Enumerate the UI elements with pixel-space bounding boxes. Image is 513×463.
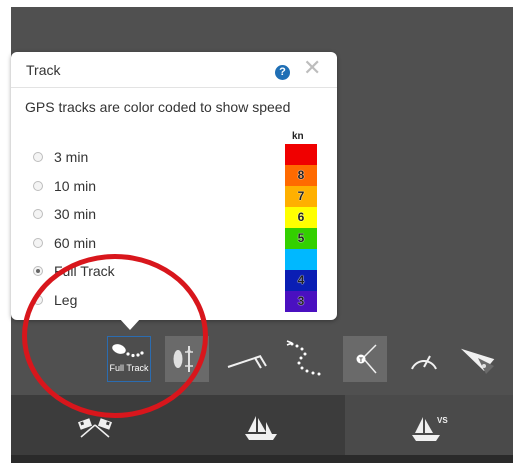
radio-option-leg[interactable]: Leg — [33, 291, 77, 309]
speedometer-button[interactable] — [402, 336, 446, 382]
speed-band-label: 5 — [297, 231, 305, 245]
vs-boat-icon: VS — [412, 416, 448, 441]
radio-label: Full Track — [54, 263, 115, 279]
popup-pointer — [119, 318, 141, 330]
radio-label: Leg — [54, 292, 78, 308]
speed-band-label: 3 — [297, 294, 305, 308]
tab-race-flags[interactable] — [11, 395, 178, 463]
radio-button[interactable] — [33, 295, 43, 305]
full-track-button[interactable]: Full Track — [107, 336, 151, 382]
route-icon — [286, 340, 321, 376]
track-popup: Track ? ✕ GPS tracks are color coded to … — [11, 52, 337, 330]
speed-band-label: 4 — [297, 273, 305, 287]
bottom-tab-bar: VS — [11, 395, 513, 463]
fleet-spacing-button[interactable] — [165, 336, 209, 382]
vs-badge: VS — [437, 416, 448, 425]
radio-option-10min[interactable]: 10 min — [33, 177, 96, 195]
radio-option-30min[interactable]: 30 min — [33, 205, 96, 223]
pennant-icon — [460, 348, 495, 374]
radio-option-full-track[interactable]: Full Track — [33, 262, 115, 280]
fleet-boat-icon — [244, 416, 277, 440]
speed-band — [285, 144, 317, 165]
radio-option-3min[interactable]: 3 min — [33, 148, 88, 166]
tab-versus[interactable]: VS — [345, 395, 513, 463]
full-track-label: Full Track — [109, 363, 149, 373]
radio-button[interactable] — [33, 152, 43, 162]
wind-barb-icon — [227, 355, 267, 369]
speed-band: 5 — [285, 228, 317, 249]
radio-button[interactable] — [33, 181, 43, 191]
radio-button[interactable] — [33, 209, 43, 219]
close-icon[interactable]: ✕ — [303, 57, 321, 79]
speed-band — [285, 249, 317, 270]
radio-label: 60 min — [54, 235, 97, 251]
radio-option-60min[interactable]: 60 min — [33, 234, 96, 252]
speed-band-label: 7 — [297, 189, 305, 203]
course-compass-button[interactable]: T — [343, 336, 387, 382]
help-icon[interactable]: ? — [275, 65, 290, 80]
speed-band: 8 — [285, 165, 317, 186]
speed-band: 4 — [285, 270, 317, 291]
race-flags-icon — [77, 418, 112, 438]
bottom-strip — [11, 455, 513, 463]
speed-band: 3 — [285, 291, 317, 312]
speed-band: 6 — [285, 207, 317, 228]
full-track-icon: Full Track — [109, 344, 149, 373]
popup-description: GPS tracks are color coded to show speed — [25, 99, 291, 115]
svg-text:T: T — [359, 358, 363, 364]
speed-band: 7 — [285, 186, 317, 207]
pennant-button[interactable] — [458, 336, 502, 382]
radio-label: 30 min — [54, 206, 97, 222]
wind-barb-button[interactable] — [225, 336, 269, 382]
speedometer-icon — [411, 355, 437, 370]
tab-fleet[interactable] — [178, 395, 345, 463]
speed-band-label: 6 — [297, 210, 305, 224]
popup-divider — [11, 87, 337, 88]
radio-button[interactable] — [33, 238, 43, 248]
course-compass-icon: T — [356, 344, 377, 374]
radio-label: 3 min — [54, 149, 89, 165]
speed-band-label: 8 — [297, 168, 305, 182]
speed-unit: kn — [292, 131, 304, 142]
route-button[interactable] — [284, 336, 328, 382]
radio-button[interactable] — [33, 266, 43, 276]
radio-label: 10 min — [54, 178, 97, 194]
popup-title: Track — [26, 62, 61, 78]
fleet-spacing-icon — [173, 346, 193, 372]
